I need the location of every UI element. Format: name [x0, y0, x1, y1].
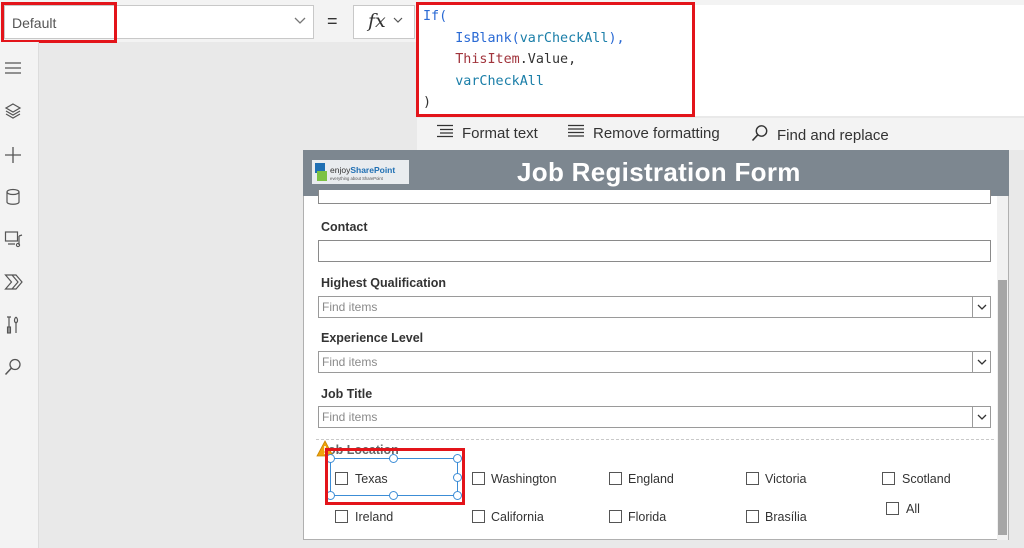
- checkbox-all[interactable]: [886, 502, 899, 515]
- format-text-button[interactable]: Format text: [436, 124, 538, 142]
- chevron-down-icon[interactable]: [393, 15, 403, 27]
- logo-prefix: enjoy: [330, 165, 351, 175]
- logo-tagline: everything about SharePoint: [330, 176, 384, 181]
- remove-formatting-button[interactable]: Remove formatting: [567, 124, 720, 142]
- remove-formatting-label: Remove formatting: [593, 124, 720, 142]
- find-and-replace-label: Find and replace: [777, 126, 889, 144]
- highest-qualification-combobox[interactable]: [318, 296, 991, 318]
- checkbox-label: California: [491, 510, 544, 524]
- card-divider: [316, 439, 994, 441]
- checkbox-label: Washington: [491, 472, 557, 486]
- enjoysharepoint-logo: enjoySharePoint everything about SharePo…: [312, 160, 409, 184]
- checkbox-england[interactable]: [609, 472, 622, 485]
- checkbox-label: All: [906, 502, 920, 516]
- chevron-down-icon[interactable]: [294, 14, 306, 28]
- layers-icon[interactable]: [4, 102, 22, 119]
- search-icon: [751, 124, 769, 146]
- checkbox-label: Victoria: [765, 472, 807, 486]
- chevron-down-icon[interactable]: [972, 407, 990, 427]
- checkbox-ireland[interactable]: [335, 510, 348, 523]
- checkbox-brasilia[interactable]: [746, 510, 759, 523]
- contact-label: Contact: [321, 220, 368, 234]
- svg-text:enjoySharePoint: enjoySharePoint: [330, 165, 395, 175]
- equals-sign: =: [327, 11, 338, 31]
- checkbox-label: England: [628, 472, 674, 486]
- checkbox-california[interactable]: [472, 510, 485, 523]
- texas-highlight: [325, 448, 465, 505]
- property-dropdown-highlight: [1, 2, 117, 43]
- add-icon[interactable]: [4, 146, 21, 163]
- combobox-placeholder: Find items: [322, 300, 378, 314]
- experience-level-combobox[interactable]: [318, 351, 991, 373]
- checkbox-victoria[interactable]: [746, 472, 759, 485]
- job-title-combobox[interactable]: [318, 406, 991, 428]
- combobox-placeholder: Find items: [322, 410, 378, 424]
- checkbox-scotland[interactable]: [882, 472, 895, 485]
- form-title: Job Registration Form: [517, 157, 801, 187]
- highest-qualification-label: Highest Qualification: [321, 276, 447, 290]
- formula-highlight: [416, 2, 695, 117]
- experience-level-label: Experience Level: [321, 331, 424, 345]
- tools-icon[interactable]: [4, 315, 20, 334]
- checkbox-label: Brasília: [765, 510, 807, 524]
- form-scrollbar-thumb[interactable]: [998, 280, 1007, 535]
- chevron-down-icon[interactable]: [972, 297, 990, 317]
- search-icon[interactable]: [4, 358, 21, 376]
- data-icon[interactable]: [4, 188, 20, 205]
- format-text-label: Format text: [462, 124, 538, 142]
- format-text-icon: [436, 124, 454, 142]
- hamburger-menu-icon[interactable]: [4, 60, 21, 76]
- job-title-label: Job Title: [321, 387, 373, 401]
- chevron-down-icon[interactable]: [972, 352, 990, 372]
- previous-field-input[interactable]: [318, 190, 991, 204]
- remove-formatting-icon: [567, 124, 585, 142]
- logo-brand: SharePoint: [350, 165, 395, 175]
- contact-input[interactable]: [318, 240, 991, 262]
- checkbox-washington[interactable]: [472, 472, 485, 485]
- checkbox-label: Florida: [628, 510, 667, 524]
- find-and-replace-button[interactable]: Find and replace: [751, 124, 889, 146]
- checkbox-label: Ireland: [355, 510, 394, 524]
- power-automate-icon[interactable]: [4, 273, 23, 290]
- combobox-placeholder: Find items: [322, 355, 378, 369]
- checkbox-florida[interactable]: [609, 510, 622, 523]
- checkbox-label: Scotland: [902, 472, 951, 486]
- fx-icon: fx: [368, 10, 386, 32]
- media-icon[interactable]: [4, 230, 23, 248]
